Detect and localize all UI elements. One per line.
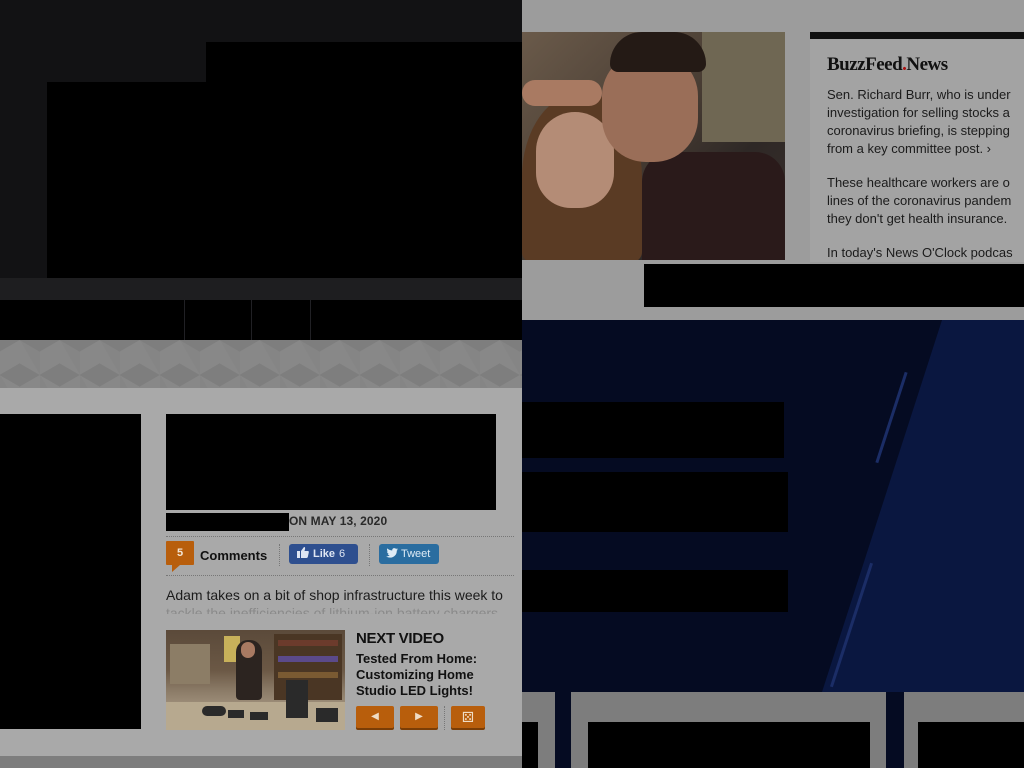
tweet-label: Tweet (401, 548, 431, 560)
video-bottom-strip (0, 278, 522, 300)
dotted-divider (166, 575, 514, 576)
news-item-line: These healthcare workers are o (827, 175, 1010, 190)
nav-divider (310, 300, 311, 340)
shelf-books (278, 672, 338, 678)
dotted-divider (166, 536, 514, 537)
tweet-button[interactable]: Tweet (379, 544, 439, 564)
dotted-separator (279, 544, 280, 566)
nav-divider (184, 300, 185, 340)
tool-object (228, 710, 244, 718)
video-page-panel: ON MAY 13, 2020 5 Comments Like 6 Tweet A… (0, 0, 522, 768)
article-title-region (166, 414, 496, 510)
news-item-line: they don't get health insurance. (827, 211, 1008, 226)
card-image[interactable] (522, 722, 538, 768)
hex-pattern-banner (0, 340, 522, 388)
man-shirt (642, 152, 785, 260)
next-video-heading: NEXT VIDEO (356, 630, 444, 647)
arrow-left-icon: ◀ (371, 711, 379, 722)
news-item-line: Sen. Richard Burr, who is under (827, 87, 1011, 102)
video-player-region[interactable] (206, 42, 522, 84)
headline-block[interactable] (522, 402, 784, 458)
tool-object (250, 712, 268, 720)
facebook-like-button[interactable]: Like 6 (289, 544, 358, 564)
news-item-line: investigation for selling stocks a (827, 105, 1010, 120)
comments-link[interactable]: Comments (200, 548, 267, 563)
comment-count-badge[interactable]: 5 (166, 541, 194, 572)
content-footer-strip (0, 756, 522, 768)
video-player-controls[interactable] (62, 260, 522, 278)
man-hair (610, 32, 706, 72)
twitter-bird-icon (386, 548, 398, 558)
tool-object (202, 706, 226, 716)
next-video-button[interactable]: ▶ (400, 706, 438, 728)
card-gap (555, 692, 571, 768)
video-player[interactable] (47, 82, 522, 278)
news-item-podcast[interactable]: In today's News O'Clock podcas (827, 244, 1024, 262)
celebrity-photo[interactable] (522, 32, 785, 260)
news-item-healthcare[interactable]: These healthcare workers are o lines of … (827, 174, 1024, 228)
card-image[interactable] (918, 722, 1024, 768)
post-date: ON MAY 13, 2020 (289, 514, 388, 528)
news-item-line: In today's News O'Clock podcas (827, 245, 1013, 260)
site-navigation-bar[interactable] (0, 300, 522, 340)
description-faded-text: tackle the inefficiencies of lithium-ion… (166, 605, 499, 614)
presenter-face (241, 642, 255, 658)
dotted-separator (444, 706, 445, 730)
headline-block[interactable] (522, 472, 788, 532)
dotted-separator (369, 544, 370, 566)
news-item-burr[interactable]: Sen. Richard Burr, who is under investig… (827, 86, 1024, 158)
card-image[interactable] (588, 722, 870, 768)
nav-divider (251, 300, 252, 340)
card-gap (886, 692, 904, 768)
next-video-thumbnail[interactable] (166, 630, 345, 730)
sidebar-ad-region[interactable] (0, 414, 141, 729)
video-description: Adam takes on a bit of shop infrastructu… (166, 586, 511, 614)
photo-background-wall (702, 32, 785, 142)
news-item-line: from a key committee post. › (827, 141, 991, 156)
description-text: Adam takes on a bit of shop infrastructu… (166, 587, 503, 603)
headline-block[interactable] (522, 570, 788, 612)
background-prop (170, 644, 210, 684)
light-fixture (286, 680, 308, 718)
random-video-button[interactable]: ⚄ (451, 706, 485, 728)
arrow-right-icon: ▶ (415, 711, 423, 722)
tool-object (316, 708, 338, 722)
man-hand (522, 80, 602, 106)
previous-video-button[interactable]: ◀ (356, 706, 394, 728)
buzzfeed-news-logo[interactable]: BuzzFeed.News (827, 54, 948, 76)
news-item-line: lines of the coronavirus pandem (827, 193, 1012, 208)
dice-icon: ⚄ (461, 709, 475, 725)
logo-main: BuzzFeed (827, 54, 903, 75)
author-name-region[interactable] (166, 513, 289, 531)
shelf-books (278, 640, 338, 646)
ad-banner-region[interactable] (644, 264, 1024, 307)
thumbs-up-icon (297, 547, 309, 558)
like-label: Like (313, 548, 336, 560)
shelf-books (278, 656, 338, 662)
news-item-line: coronavirus briefing, is stepping (827, 123, 1010, 138)
logo-suffix: News (906, 54, 948, 75)
next-video-title[interactable]: Tested From Home: Customizing Home Studi… (356, 651, 506, 699)
like-count: 6 (339, 548, 346, 560)
